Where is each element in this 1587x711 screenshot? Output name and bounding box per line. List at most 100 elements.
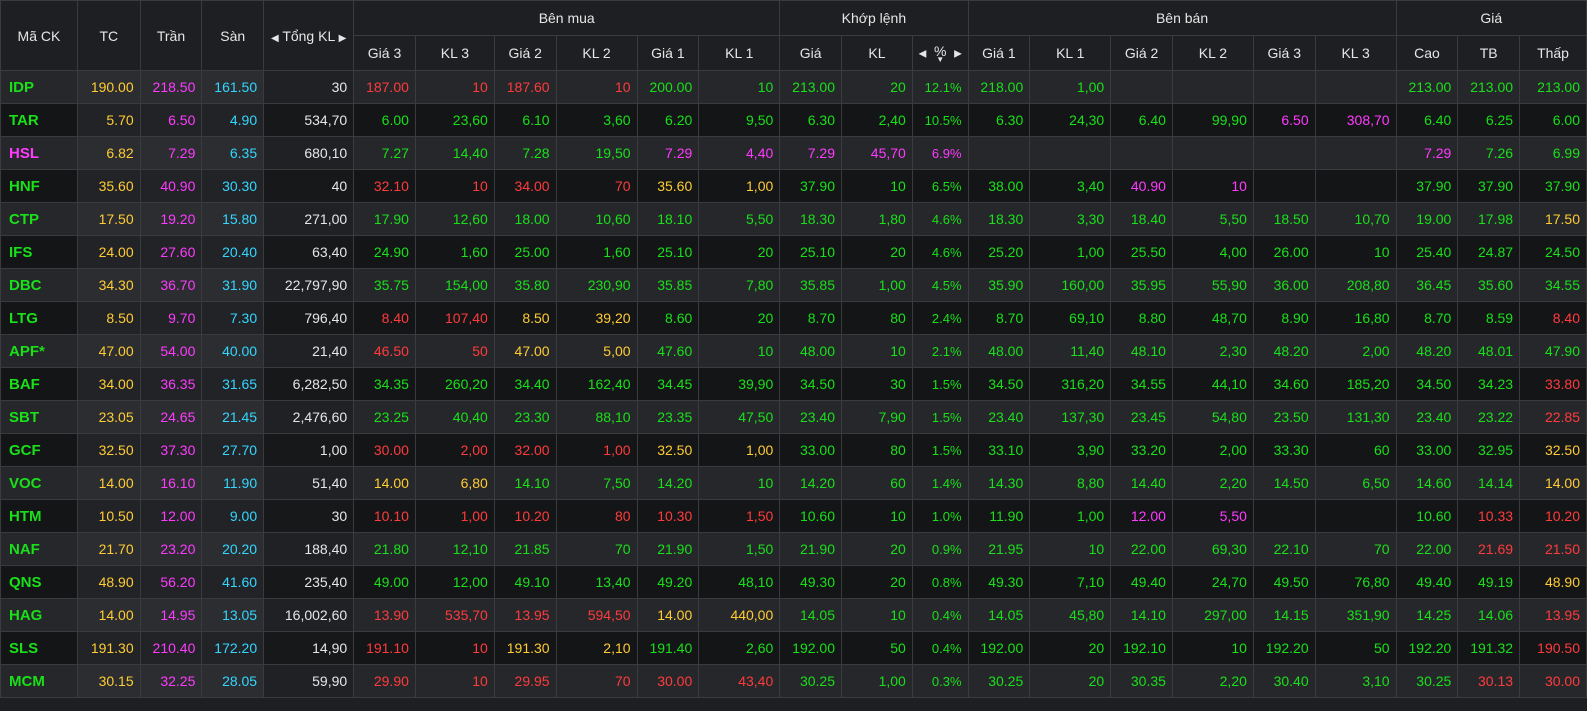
header-khop-lenh: Khớp lệnh [779, 0, 969, 36]
cell-buy-kl3: 50 [414, 334, 495, 368]
cell-sell-gia1: 11.90 [967, 499, 1031, 533]
header-buy-kl2[interactable]: KL 2 [555, 35, 638, 71]
cell-symbol[interactable]: LTG [0, 301, 78, 335]
cell-match-pct: 4.6% [911, 235, 969, 269]
cell-sell-kl2: 4,00 [1171, 235, 1254, 269]
cell-symbol[interactable]: NAF [0, 532, 78, 566]
right-arrow-icon[interactable]: ▶ [339, 33, 347, 44]
header-match-pct[interactable]: ◀ % ▼ ▶ [911, 35, 969, 71]
left-arrow-icon[interactable]: ◀ [919, 49, 927, 60]
table-row[interactable]: HSL 6.82 7.29 6.35 680,10 7.27 14,40 7.28 19,50 7… [0, 136, 1587, 170]
cell-price-cao: 25.40 [1395, 235, 1459, 269]
header-tong-kl[interactable]: ◀ Tổng KL ▶ [263, 0, 355, 71]
cell-symbol[interactable]: BAF [0, 367, 78, 401]
table-row[interactable]: MCM 30.15 32.25 28.05 59,90 29.90 10 29.95 70 30.… [0, 664, 1587, 698]
cell-symbol[interactable]: CTP [0, 202, 78, 236]
cell-buy-kl2: 230,90 [555, 268, 638, 302]
cell-symbol[interactable]: IDP [0, 70, 78, 104]
header-buy-kl1[interactable]: KL 1 [698, 35, 781, 71]
cell-buy-kl3: 23,60 [414, 103, 495, 137]
cell-symbol[interactable]: IFS [0, 235, 78, 269]
header-tran[interactable]: Trần [139, 0, 203, 71]
cell-buy-kl1: 20 [698, 301, 781, 335]
cell-price-thap: 14.00 [1519, 466, 1587, 500]
cell-symbol[interactable]: DBC [0, 268, 78, 302]
table-row[interactable]: BAF 34.00 36.35 31.65 6,282,50 34.35 260,20 34.… [0, 367, 1587, 401]
cell-symbol[interactable]: HNF [0, 169, 78, 203]
header-buy-kl3[interactable]: KL 3 [414, 35, 495, 71]
right-arrow-icon[interactable]: ▶ [954, 49, 962, 60]
cell-buy-kl1: 39,90 [698, 367, 781, 401]
table-row[interactable]: NAF 21.70 23.20 20.20 188,40 21.80 12,10 21.85 7… [0, 532, 1587, 566]
cell-match-gia: 25.10 [779, 235, 842, 269]
cell-sell-kl1: 160,00 [1029, 268, 1112, 302]
header-sell-gia1[interactable]: Giá 1 [967, 35, 1031, 71]
cell-tran: 14.95 [139, 598, 203, 632]
table-row[interactable]: CTP 17.50 19.20 15.80 271,00 17.90 12,60 18.00 1… [0, 202, 1587, 236]
header-symbol[interactable]: Mã CK [0, 0, 78, 71]
cell-symbol[interactable]: TAR [0, 103, 78, 137]
header-ben-mua: Bên mua [353, 0, 781, 36]
table-row[interactable]: APF* 47.00 54.00 40.00 21,40 46.50 50 47.00 5,00… [0, 334, 1587, 368]
table-row[interactable]: IFS 24.00 27.60 20.40 63,40 24.90 1,60 25.00 1,6… [0, 235, 1587, 269]
table-row[interactable]: LTG 8.50 9.70 7.30 796,40 8.40 107,40 8.50 39,20… [0, 301, 1587, 335]
header-buy-gia2[interactable]: Giá 2 [493, 35, 557, 71]
header-match-kl[interactable]: KL [841, 35, 913, 71]
header-sell-kl1[interactable]: KL 1 [1029, 35, 1112, 71]
table-row[interactable]: HNF 35.60 40.90 30.30 40 32.10 10 34.00 70 35.60 1… [0, 169, 1587, 203]
header-sell-gia3[interactable]: Giá 3 [1252, 35, 1316, 71]
cell-symbol[interactable]: SLS [0, 631, 78, 665]
header-tc[interactable]: TC [76, 0, 141, 71]
cell-symbol[interactable]: QNS [0, 565, 78, 599]
header-buy-gia1[interactable]: Giá 1 [636, 35, 700, 71]
header-sell-kl3[interactable]: KL 3 [1314, 35, 1397, 71]
cell-san: 15.80 [201, 202, 265, 236]
table-row[interactable]: QNS 48.90 56.20 41.60 235,40 49.00 12,00 49.10 1… [0, 565, 1587, 599]
header-san[interactable]: Sàn [201, 0, 265, 71]
cell-buy-kl2: 1,00 [555, 433, 638, 467]
cell-sell-kl1: 8,80 [1029, 466, 1112, 500]
header-buy-gia3[interactable]: Giá 3 [353, 35, 416, 71]
cell-buy-kl2: 7,50 [555, 466, 638, 500]
cell-tran: 23.20 [139, 532, 203, 566]
cell-buy-kl1: 9,50 [698, 103, 781, 137]
cell-sell-gia2: 14.40 [1110, 466, 1173, 500]
header-sell-gia2[interactable]: Giá 2 [1110, 35, 1173, 71]
table-row[interactable]: IDP 190.00 218.50 161.50 30 187.00 10 187.60 10 2… [0, 70, 1587, 104]
cell-sell-gia2: 48.10 [1110, 334, 1173, 368]
cell-sell-kl2: 2,30 [1171, 334, 1254, 368]
header-sell-kl2[interactable]: KL 2 [1171, 35, 1254, 71]
header-match-gia[interactable]: Giá [779, 35, 842, 71]
table-row[interactable]: HAG 14.00 14.95 13.05 16,002,60 13.90 535,70 13… [0, 598, 1587, 632]
table-row[interactable]: GCF 32.50 37.30 27.70 1,00 30.00 2,00 32.00 1,00… [0, 433, 1587, 467]
cell-symbol[interactable]: HSL [0, 136, 78, 170]
cell-sell-gia3: 192.20 [1252, 631, 1316, 665]
cell-buy-kl3: 6,80 [414, 466, 495, 500]
cell-symbol[interactable]: SBT [0, 400, 78, 434]
cell-symbol[interactable]: VOC [0, 466, 78, 500]
table-row[interactable]: DBC 34.30 36.70 31.90 22,797,90 35.75 154,00 35… [0, 268, 1587, 302]
cell-match-pct: 2.4% [911, 301, 969, 335]
cell-symbol[interactable]: MCM [0, 664, 78, 698]
header-price-cao[interactable]: Cao [1395, 35, 1459, 71]
cell-buy-kl2: 80 [555, 499, 638, 533]
cell-buy-kl1: 43,40 [698, 664, 781, 698]
table-row[interactable]: SBT 23.05 24.65 21.45 2,476,60 23.25 40,40 23.3… [0, 400, 1587, 434]
cell-price-thap: 22.85 [1519, 400, 1587, 434]
cell-symbol[interactable]: APF* [0, 334, 78, 368]
cell-price-tb: 213.00 [1457, 70, 1521, 104]
cell-san: 11.90 [201, 466, 265, 500]
cell-price-thap: 213.00 [1519, 70, 1587, 104]
table-row[interactable]: SLS 191.30 210.40 172.20 14,90 191.10 10 191.30… [0, 631, 1587, 665]
table-row[interactable]: TAR 5.70 6.50 4.90 534,70 6.00 23,60 6.10 3,60 6.… [0, 103, 1587, 137]
cell-symbol[interactable]: HTM [0, 499, 78, 533]
cell-symbol[interactable]: HAG [0, 598, 78, 632]
header-price-tb[interactable]: TB [1457, 35, 1521, 71]
cell-sell-gia3 [1252, 70, 1316, 104]
cell-symbol[interactable]: GCF [0, 433, 78, 467]
cell-san: 9.00 [201, 499, 265, 533]
table-row[interactable]: VOC 14.00 16.10 11.90 51,40 14.00 6,80 14.10 7,5… [0, 466, 1587, 500]
header-price-thap[interactable]: Thấp [1519, 35, 1587, 71]
left-arrow-icon[interactable]: ◀ [271, 33, 279, 44]
table-row[interactable]: HTM 10.50 12.00 9.00 30 10.10 1,00 10.20 80 10.30… [0, 499, 1587, 533]
